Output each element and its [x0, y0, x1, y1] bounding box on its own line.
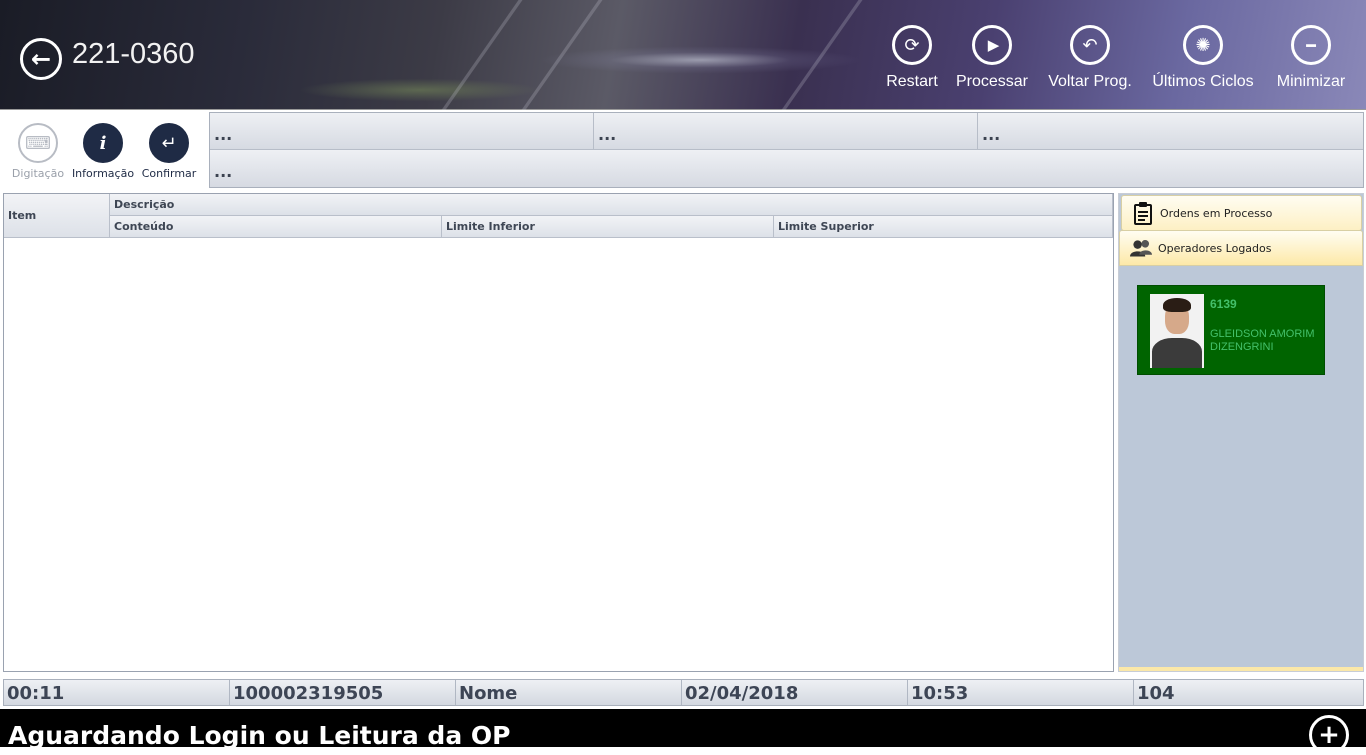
info-cell: ...: [210, 113, 594, 150]
confirmar-label: Confirmar: [141, 167, 197, 180]
add-button[interactable]: +: [1309, 715, 1349, 755]
voltar-prog-label: Voltar Prog.: [1048, 73, 1132, 90]
status-date: 02/04/2018: [682, 680, 908, 705]
operator-id: 6139: [1210, 297, 1237, 311]
back-button[interactable]: ←: [20, 38, 62, 80]
status-op-number: 100002319505: [230, 680, 456, 705]
tab-operadores-label: Operadores Logados: [1158, 241, 1272, 255]
minimizar-button[interactable]: ━ Minimizar: [1256, 25, 1366, 91]
lightbulb-icon: ✺: [1183, 25, 1223, 65]
digitacao-label: Digitação: [11, 167, 65, 180]
status-bar: 00:11 100002319505 Nome 02/04/2018 10:53…: [3, 679, 1364, 706]
status-message: Aguardando Login ou Leitura da OP: [8, 721, 511, 750]
users-icon: [1130, 236, 1152, 260]
status-count: 104: [1137, 683, 1175, 704]
tab-operadores-logados[interactable]: Operadores Logados: [1119, 230, 1363, 266]
digitacao-button[interactable]: ⌨ Digitação: [4, 123, 72, 180]
status-name: Nome: [456, 680, 682, 705]
refresh-icon: ⟳: [892, 25, 932, 65]
info-grid: ... ... ... ...: [209, 112, 1364, 188]
confirmar-button[interactable]: ↵ Confirmar: [135, 123, 203, 180]
ultimos-ciclos-button[interactable]: ✺ Últimos Ciclos: [1148, 25, 1258, 91]
info-cell: ...: [210, 150, 1363, 187]
informacao-button[interactable]: i Informação: [69, 123, 137, 180]
clipboard-icon: [1132, 201, 1154, 225]
info-cell: ...: [594, 113, 978, 150]
message-bar: Aguardando Login ou Leitura da OP +: [0, 709, 1366, 755]
header-banner: ← 221-0360 ⟳ Restart ▶ Processar ↶ Volta…: [0, 0, 1366, 110]
tab-ordens-em-processo[interactable]: Ordens em Processo: [1121, 195, 1362, 231]
column-header-item[interactable]: Item: [4, 194, 110, 238]
panel-bottom-strip: [1119, 667, 1363, 671]
informacao-label: Informação: [71, 167, 135, 180]
banner-decoration: [521, 0, 603, 110]
parameters-table[interactable]: Item Descrição Conteúdo Limite Inferior …: [3, 193, 1114, 672]
toolbar: ⌨ Digitação i Informação ↵ Confirmar: [0, 111, 208, 188]
processar-label: Processar: [955, 73, 1029, 90]
operator-card[interactable]: 6139 GLEIDSON AMORIM DIZENGRINI: [1137, 285, 1325, 375]
banner-decoration: [781, 0, 863, 110]
avatar: [1150, 294, 1204, 368]
column-header-descricao[interactable]: Descrição: [110, 194, 1113, 216]
plus-icon: +: [1318, 720, 1340, 750]
info-icon: i: [83, 123, 123, 163]
play-icon: ▶: [972, 25, 1012, 65]
banner-decoration: [441, 0, 523, 110]
machine-code-title: 221-0360: [72, 38, 195, 70]
ultimos-ciclos-label: Últimos Ciclos: [1152, 73, 1254, 90]
column-header-limite-superior[interactable]: Limite Superior: [774, 216, 1113, 238]
status-clock: 10:53: [908, 680, 1134, 705]
info-cell: ...: [978, 113, 1363, 150]
minimizar-label: Minimizar: [1276, 73, 1346, 90]
operator-name: GLEIDSON AMORIM DIZENGRINI: [1210, 328, 1315, 353]
keyboard-icon: ⌨: [18, 123, 58, 163]
tab-ordens-label: Ordens em Processo: [1160, 206, 1273, 220]
voltar-prog-button[interactable]: ↶ Voltar Prog.: [1035, 25, 1145, 91]
processar-button[interactable]: ▶ Processar: [937, 25, 1047, 91]
undo-icon: ↶: [1070, 25, 1110, 65]
minus-icon: ━: [1291, 25, 1331, 65]
enter-icon: ↵: [149, 123, 189, 163]
column-header-limite-inferior[interactable]: Limite Inferior: [442, 216, 774, 238]
side-panel: Ordens em Processo Operadores Logados 61…: [1118, 193, 1364, 672]
status-elapsed-time: 00:11: [4, 680, 230, 705]
arrow-left-icon: ←: [30, 45, 52, 73]
column-header-conteudo[interactable]: Conteúdo: [110, 216, 442, 238]
